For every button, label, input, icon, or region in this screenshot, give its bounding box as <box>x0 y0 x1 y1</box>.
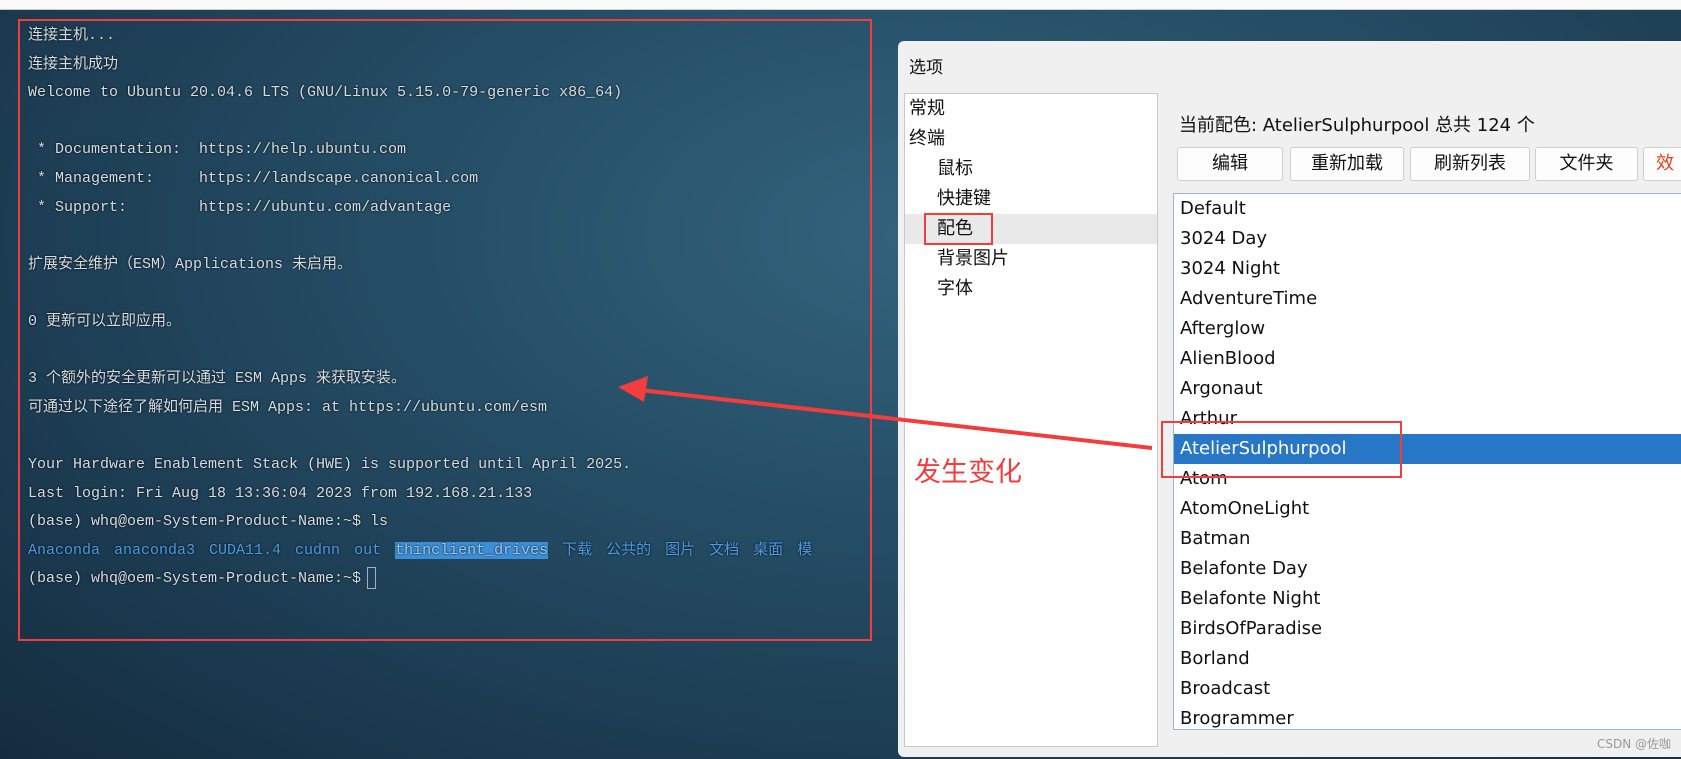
arrow-line <box>639 388 1153 450</box>
annotation-arrow <box>618 376 1153 450</box>
arrow-head <box>618 376 648 402</box>
watermark: CSDN @佐咖 <box>1597 737 1672 751</box>
